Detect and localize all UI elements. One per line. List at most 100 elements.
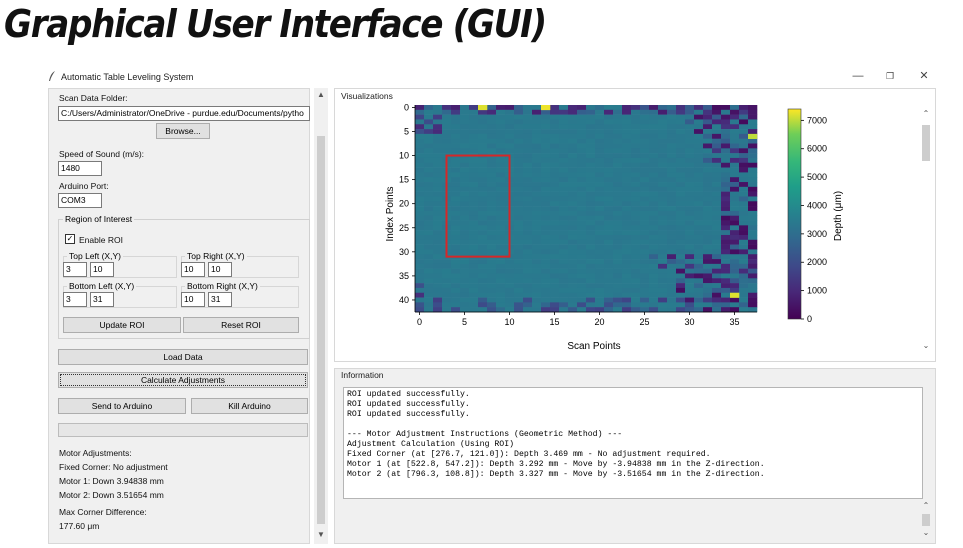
heatmap-cell [523,133,533,139]
heatmap-cell [424,210,434,217]
heatmap-cell [748,186,758,192]
close-button[interactable]: ✕ [912,68,936,84]
y-tick-label: 20 [399,199,409,209]
heatmap-cell [712,225,722,231]
heatmap-cell [415,119,425,125]
heatmap-cell [514,220,524,226]
heatmap-cell [433,129,443,135]
heatmap-cell [613,153,623,159]
scroll-up-arrow-icon[interactable]: ▲ [315,90,327,99]
heatmap-cell [658,307,668,313]
heatmap-cell [577,124,587,130]
top-left-y-field[interactable]: 10 [90,262,114,277]
heatmap-cell [631,153,641,159]
control-panel-scroll-thumb[interactable] [317,136,325,524]
heatmap-cell [559,109,569,115]
update-roi-button[interactable]: Update ROI [63,317,181,333]
heatmap-cell [631,172,641,178]
heatmap-cell [739,249,749,255]
information-scrollbar[interactable]: ⌃ ⌄ [919,501,933,541]
bottom-left-x-field[interactable]: 3 [63,292,87,307]
heatmap-cell [622,143,632,149]
heatmap-cell [415,201,425,207]
information-log[interactable]: ROI updated successfully. ROI updated suc… [343,387,923,499]
heatmap-cell [550,124,560,130]
control-panel-scrollbar[interactable]: ▲ ▼ [314,88,328,544]
heatmap-cell [604,206,614,212]
heatmap-cell [478,143,488,149]
speed-field[interactable]: 1480 [58,161,102,176]
minimize-button[interactable]: — [846,68,870,84]
top-right-y-field[interactable]: 10 [208,262,232,277]
maximize-button[interactable]: ❐ [878,68,902,84]
port-field[interactable]: COM3 [58,193,102,208]
heatmap-cell [721,182,731,188]
viz-scroll-up-icon[interactable]: ⌃ [920,109,932,118]
heatmap-cell [541,196,551,202]
heatmap-cell [451,143,461,149]
heatmap-cell [460,234,470,241]
roi-group: Region of Interest ✓ Enable ROI Top Left… [58,214,310,339]
heatmap-cell [496,210,506,217]
heatmap-cell [649,215,659,221]
heatmap-cell [649,177,659,183]
heatmap-cell [667,124,677,130]
scan-folder-field[interactable]: C:/Users/Administrator/OneDrive - purdue… [58,106,310,121]
heatmap-cell [577,119,587,125]
heatmap-cell [730,259,740,265]
heatmap-cell [622,153,632,159]
top-right-label: Top Right (X,Y) [185,251,247,261]
heatmap-cell [487,196,497,202]
heatmap-cell [478,234,488,241]
heatmap-cell [658,225,668,231]
load-data-button[interactable]: Load Data [58,349,308,365]
heatmap-cell [613,138,623,144]
bottom-left-y-field[interactable]: 31 [90,292,114,307]
heatmap-cell [487,143,497,149]
send-to-arduino-button[interactable]: Send to Arduino [58,398,186,414]
heatmap-cell [703,307,713,313]
heatmap-cell [667,278,677,284]
heatmap-cell [442,124,452,130]
heatmap-cell [676,201,686,207]
heatmap-cell [523,162,533,168]
heatmap-cell [658,259,668,265]
heatmap-cell [640,210,650,217]
calculate-adjustments-button[interactable]: Calculate Adjustments [58,372,308,388]
colorbar-tick-label: 3000 [807,229,827,239]
top-right-x-field[interactable]: 10 [181,262,205,277]
heatmap-cell [649,283,659,289]
heatmap-cell [631,307,641,313]
heatmap-cell [586,201,596,207]
outlier-cell [730,292,740,298]
bottom-right-y-field[interactable]: 31 [208,292,232,307]
info-scroll-down-icon[interactable]: ⌄ [920,528,932,537]
heatmap-cell [559,230,569,236]
heatmap-cell [541,114,551,120]
heatmap-cell [622,234,632,241]
heatmap-cell [415,210,425,217]
reset-roi-button[interactable]: Reset ROI [183,317,299,333]
heatmap-cell [550,133,560,139]
heatmap-cell [415,263,425,269]
heatmap-cell [424,244,434,250]
top-left-x-field[interactable]: 3 [63,262,87,277]
scroll-down-arrow-icon[interactable]: ▼ [315,530,327,539]
viz-scroll-thumb[interactable] [922,125,930,161]
heatmap-cell [685,124,695,130]
info-scroll-thumb[interactable] [922,514,930,526]
heatmap-cell [433,177,443,183]
browse-button[interactable]: Browse... [156,123,210,139]
enable-roi-checkbox[interactable]: ✓ [65,234,75,244]
bottom-right-x-field[interactable]: 10 [181,292,205,307]
visualization-scrollbar[interactable]: ⌃ ⌄ [919,107,933,355]
heatmap-cell [487,215,497,221]
heatmap-cell [460,307,470,313]
heatmap-cell [640,230,650,236]
viz-scroll-down-icon[interactable]: ⌄ [920,341,932,350]
heatmap-cell [514,105,524,111]
kill-arduino-button[interactable]: Kill Arduino [191,398,308,414]
heatmap-cell [622,119,632,125]
heatmap-cell [667,302,677,308]
info-scroll-up-icon[interactable]: ⌃ [920,501,932,510]
